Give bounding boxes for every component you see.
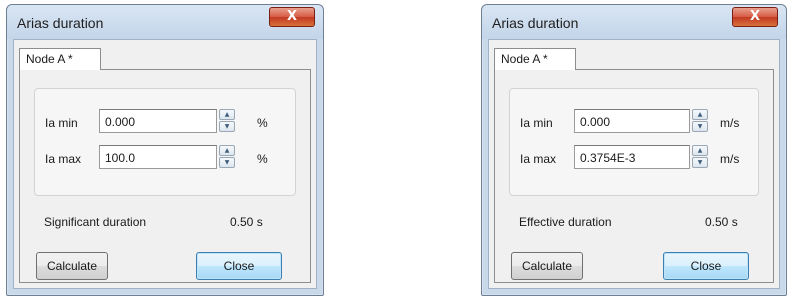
close-icon: X [749, 9, 761, 24]
arias-dialog-percent: Arias duration X Node A * Ia min 0.000 ▲… [6, 4, 324, 296]
dialog-client-area: Node A * Ia min 0.000 ▲ ▼ % Ia max 100.0… [13, 39, 317, 289]
ia-max-unit: % [257, 152, 268, 166]
ia-min-spinner[interactable]: ▲ ▼ [692, 109, 708, 133]
window-title: Arias duration [17, 15, 104, 31]
ia-max-label: Ia max [45, 152, 82, 166]
tab-node-a[interactable]: Node A * [19, 48, 101, 70]
title-bar[interactable]: Arias duration X [482, 5, 786, 39]
spin-down-icon[interactable]: ▼ [692, 157, 708, 168]
ia-min-label: Ia min [45, 116, 78, 130]
ia-min-input[interactable]: 0.000 [99, 109, 217, 133]
spin-up-icon[interactable]: ▲ [219, 145, 235, 156]
spin-up-icon[interactable]: ▲ [692, 145, 708, 156]
spin-down-icon[interactable]: ▼ [219, 157, 235, 168]
ia-min-row: Ia min 0.000 ▲ ▼ % [35, 109, 295, 135]
ia-max-spinner[interactable]: ▲ ▼ [219, 145, 235, 169]
tab-panel: Ia min 0.000 ▲ ▼ m/s Ia max 0.3754E-3 ▲ … [494, 69, 774, 283]
ia-min-unit: % [257, 116, 268, 130]
close-icon: X [286, 9, 298, 24]
ia-min-input[interactable]: 0.000 [574, 109, 690, 133]
calculate-button[interactable]: Calculate [36, 252, 108, 280]
tab-node-a[interactable]: Node A * [494, 48, 576, 70]
window-close-button[interactable]: X [269, 7, 315, 27]
tab-panel: Ia min 0.000 ▲ ▼ % Ia max 100.0 ▲ ▼ % Si… [19, 69, 311, 283]
ia-max-input[interactable]: 0.3754E-3 [574, 145, 690, 169]
spin-down-icon[interactable]: ▼ [692, 121, 708, 132]
dialog-client-area: Node A * Ia min 0.000 ▲ ▼ m/s Ia max 0.3… [488, 39, 780, 289]
duration-label: Effective duration [519, 215, 612, 229]
ia-max-input[interactable]: 100.0 [99, 145, 217, 169]
spin-down-icon[interactable]: ▼ [219, 121, 235, 132]
ia-max-spinner[interactable]: ▲ ▼ [692, 145, 708, 169]
window-close-button[interactable]: X [732, 7, 778, 27]
spin-up-icon[interactable]: ▲ [692, 109, 708, 120]
ia-min-spinner[interactable]: ▲ ▼ [219, 109, 235, 133]
title-bar[interactable]: Arias duration X [7, 5, 323, 39]
spin-up-icon[interactable]: ▲ [219, 109, 235, 120]
ia-max-row: Ia max 0.3754E-3 ▲ ▼ m/s [510, 145, 758, 171]
ia-max-unit: m/s [720, 152, 740, 166]
ia-max-row: Ia max 100.0 ▲ ▼ % [35, 145, 295, 171]
ia-range-group: Ia min 0.000 ▲ ▼ m/s Ia max 0.3754E-3 ▲ … [509, 88, 759, 196]
duration-label: Significant duration [44, 215, 147, 229]
ia-min-label: Ia min [520, 116, 553, 130]
duration-value: 0.50 s [230, 215, 263, 229]
ia-range-group: Ia min 0.000 ▲ ▼ % Ia max 100.0 ▲ ▼ % [34, 88, 296, 196]
ia-max-label: Ia max [520, 152, 557, 166]
window-title: Arias duration [492, 15, 579, 31]
ia-min-row: Ia min 0.000 ▲ ▼ m/s [510, 109, 758, 135]
ia-min-unit: m/s [720, 116, 740, 130]
calculate-button[interactable]: Calculate [511, 252, 583, 280]
close-button[interactable]: Close [196, 252, 282, 280]
close-button[interactable]: Close [663, 252, 749, 280]
arias-dialog-velocity: Arias duration X Node A * Ia min 0.000 ▲… [481, 4, 787, 296]
duration-value: 0.50 s [705, 215, 738, 229]
